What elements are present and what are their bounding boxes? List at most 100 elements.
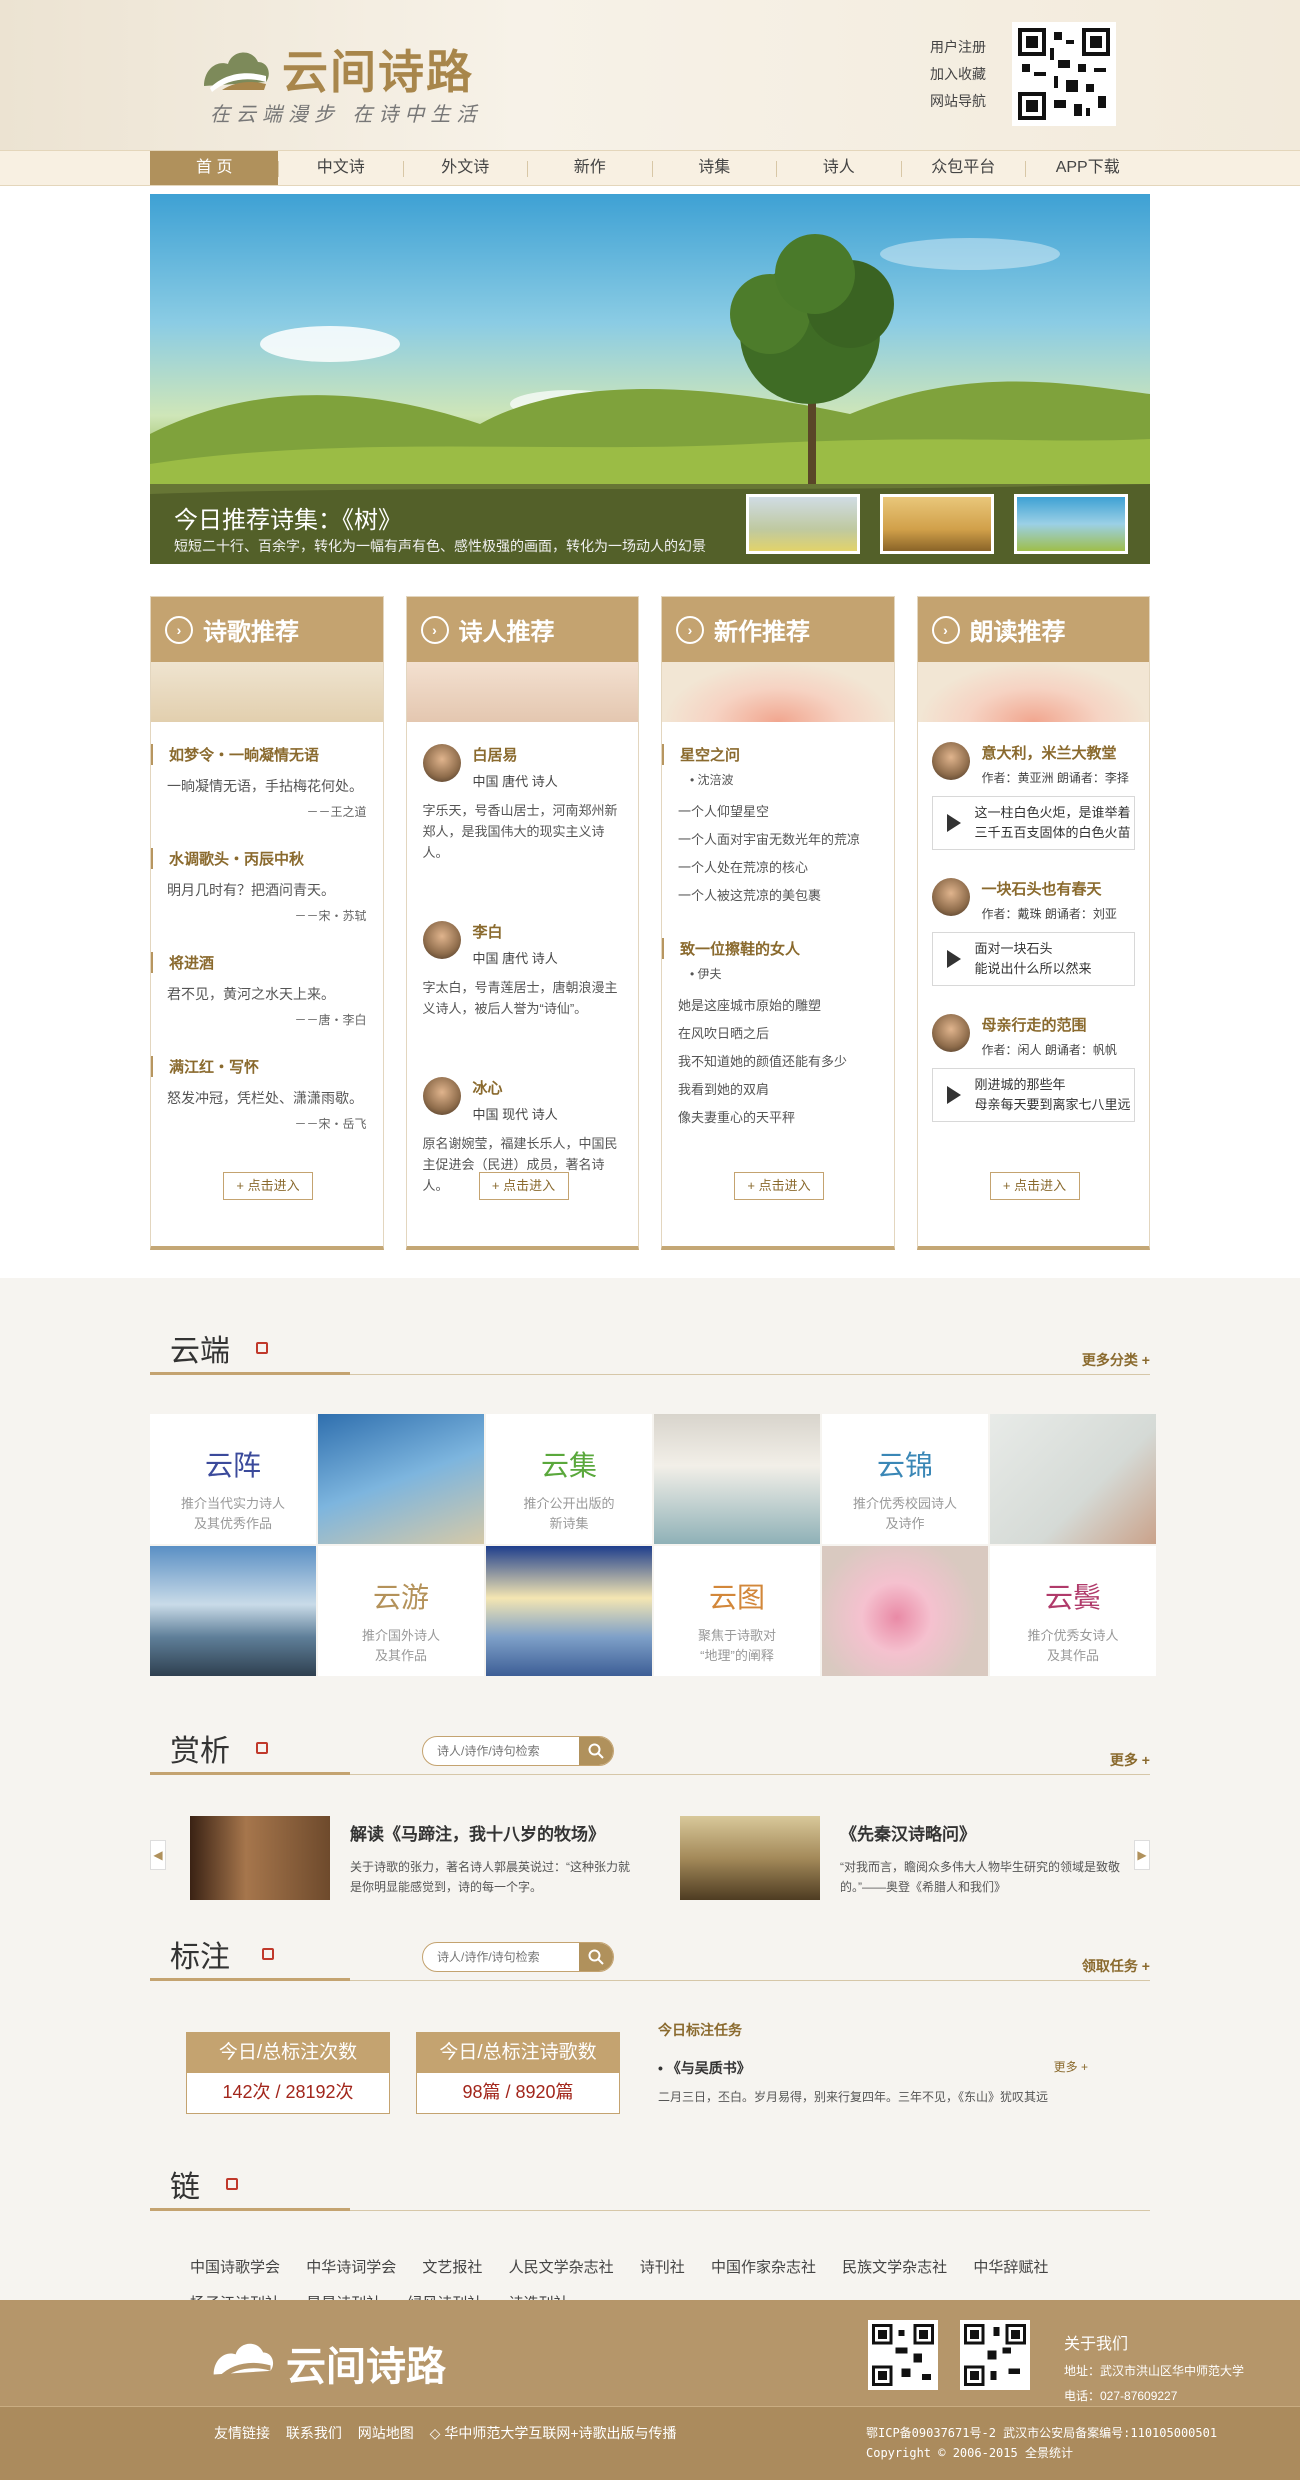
nav-crowdsourcing[interactable]: 众包平台 <box>900 151 1026 185</box>
nav-new-works[interactable]: 新作 <box>527 151 652 185</box>
section-title: 云端 <box>170 1334 230 1369</box>
poem-title[interactable]: 致一位擦鞋的女人 <box>662 938 878 959</box>
enter-button[interactable]: + 点击进入 <box>989 1172 1080 1200</box>
category-yunjin[interactable]: 云锦 推介优秀校园诗人 及诗作 <box>822 1414 988 1544</box>
article-item[interactable]: 解读《马蹄注，我十八岁的牧场》 关于诗歌的张力，著名诗人郭晨英说过：“这种张力就… <box>190 1816 640 1900</box>
annotation-count-box[interactable]: 今日/总标注次数 142次 / 28192次 <box>186 2032 390 2114</box>
daily-task: 今日标注任务 • 《与吴质书》 更多 + 二月三日，丕白。岁月易得，别来行复四年… <box>658 2020 1088 2105</box>
sitemap-link[interactable]: 网站地图 <box>358 2425 414 2441</box>
partner-link[interactable]: 民族文学杂志社 <box>842 2259 947 2276</box>
card-title: 诗歌推荐 <box>203 619 299 646</box>
partner-link[interactable]: 中国作家杂志社 <box>711 2259 816 2276</box>
category-yunzhen[interactable]: 云阵 推介当代实力诗人 及其优秀作品 <box>150 1414 316 1544</box>
poet-item[interactable]: 冰心 中国 现代 诗人 <box>422 1077 623 1123</box>
poem-title[interactable]: 水调歌头・丙辰中秋 <box>151 848 367 869</box>
poem-line: 在风吹日晒之后 <box>678 1026 770 1041</box>
book-image[interactable] <box>654 1414 820 1544</box>
nav-collections[interactable]: 诗集 <box>651 151 777 185</box>
search-icon[interactable] <box>579 1943 613 1971</box>
hiker-image[interactable] <box>150 1546 316 1676</box>
chevron-right-icon[interactable]: ▶ <box>1134 1840 1150 1870</box>
nav-app-download[interactable]: APP下载 <box>1025 151 1150 185</box>
audio-player[interactable]: 面对一块石头 能说出什么所以然来 <box>931 932 1135 986</box>
category-title: 云图 <box>708 1582 765 1613</box>
contact-link[interactable]: 联系我们 <box>286 2425 342 2441</box>
divider-accent <box>150 2208 350 2211</box>
favorite-link[interactable]: 加入收藏 <box>930 61 986 88</box>
about-title[interactable]: 关于我们 <box>1064 2330 1244 2354</box>
poem-line: 我不知道她的颜值还能有多少 <box>678 1054 848 1069</box>
card-header: › 朗读推荐 <box>917 597 1149 662</box>
search-icon[interactable] <box>579 1737 613 1765</box>
poet-item[interactable]: 白居易 中国 唐代 诗人 <box>422 744 623 790</box>
nav-foreign-poetry[interactable]: 外文诗 <box>402 151 528 185</box>
annotated-poems-box[interactable]: 今日/总标注诗歌数 98篇 / 8920篇 <box>416 2032 620 2114</box>
partner-link[interactable]: 文艺报社 <box>422 2259 482 2276</box>
reading-item[interactable]: 意大利，米兰大教堂 作者：黄亚洲 朗诵者：李择 <box>931 742 1136 786</box>
task-more-link[interactable]: 更多 + <box>1054 2058 1088 2078</box>
search-input[interactable] <box>423 1737 581 1765</box>
category-yunyou[interactable]: 云游 推介国外诗人 及其作品 <box>318 1546 484 1676</box>
claim-task-link[interactable]: 领取任务 + <box>1082 1956 1150 1976</box>
seal-icon <box>262 1948 274 1960</box>
reading-meta: 作者：黄亚洲 朗诵者：李择 <box>981 771 1129 785</box>
reading-item[interactable]: 母亲行走的范围 作者：闲人 朗诵者：帆帆 <box>931 1014 1136 1058</box>
list-item: 水调歌头・丙辰中秋 明月几时有？把酒问青天。 －－宋・苏轼 <box>151 848 367 924</box>
poem-title[interactable]: 如梦令・一晌凝情无语 <box>151 744 367 765</box>
university-link[interactable]: ◇ 华中师范大学互联网+诗歌出版与传播 <box>430 2425 677 2441</box>
site-logo[interactable]: 云间诗路 在云端漫步 在诗中生活 <box>200 36 540 136</box>
enter-button[interactable]: + 点击进入 <box>734 1172 824 1200</box>
register-link[interactable]: 用户注册 <box>930 34 986 61</box>
category-yunbin[interactable]: 云鬓 推介优秀女诗人 及其作品 <box>990 1546 1156 1676</box>
banner-thumb-tree[interactable] <box>1014 494 1128 554</box>
reeds-image[interactable] <box>318 1414 484 1544</box>
footer-logo[interactable]: 云间诗路 <box>210 2334 510 2394</box>
site-nav-link[interactable]: 网站导航 <box>930 88 986 115</box>
chalkboard-hand-image[interactable] <box>990 1414 1156 1544</box>
search-input[interactable] <box>423 1943 581 1971</box>
poem-line: 一个人仰望星空 <box>678 804 770 819</box>
banner-thumb-boat[interactable] <box>880 494 994 554</box>
nav-chinese-poetry[interactable]: 中文诗 <box>278 151 403 185</box>
banner-thumb-fields[interactable] <box>746 494 860 554</box>
avatar <box>931 1014 970 1052</box>
poem-title[interactable]: 满江红・写怀 <box>151 1056 367 1077</box>
blossom-image[interactable] <box>822 1546 988 1676</box>
partner-link[interactable]: 中国诗歌学会 <box>190 2259 280 2276</box>
stat-label: 今日/总标注次数 <box>187 2033 389 2073</box>
banner-image[interactable]: 今日推荐诗集：《树》 短短二十行、百余字，转化为一幅有声有色、感性极强的画面，转… <box>150 194 1150 564</box>
partner-link[interactable]: 人民文学杂志社 <box>509 2259 614 2276</box>
appreciation-section: 赏析 更多 + ◀ 解读《马蹄注，我十八岁的牧场》 关于诗歌的张力，著名诗人郭晨… <box>150 1676 1150 1900</box>
partner-link[interactable]: 诗刊社 <box>640 2259 685 2276</box>
partner-link[interactable]: 中华辞赋社 <box>973 2259 1048 2276</box>
lotus-illustration <box>662 662 894 722</box>
nav-poets[interactable]: 诗人 <box>776 151 901 185</box>
play-icon <box>946 1086 961 1104</box>
poem-line: 怒发冲冠，凭栏处、潇潇雨歇。 <box>167 1090 363 1106</box>
poem-title[interactable]: 将进酒 <box>151 952 367 973</box>
partner-link[interactable]: 中华诗词学会 <box>306 2259 396 2276</box>
category-yuntu[interactable]: 云图 聚焦于诗歌对 “地理”的阐释 <box>654 1546 820 1676</box>
poem-title[interactable]: 星空之问 <box>662 744 878 765</box>
section-title: 链 <box>170 2170 200 2205</box>
enter-button[interactable]: + 点击进入 <box>223 1172 313 1200</box>
friend-links-link[interactable]: 友情链接 <box>214 2425 270 2441</box>
slogan: 在云端漫步 在诗中生活 <box>210 102 483 126</box>
reading-item[interactable]: 一块石头也有春天 作者：戴珠 朗诵者：刘亚 <box>931 878 1136 922</box>
article-item[interactable]: 《先秦汉诗略问》 “对我而言，瞻阅众多伟大人物毕生研究的领域是致敬的。”——奥登… <box>680 1816 1130 1900</box>
category-desc: 聚焦于诗歌对 “地理”的阐释 <box>697 1628 776 1663</box>
chevron-left-icon[interactable]: ◀ <box>150 1840 166 1870</box>
nav-home[interactable]: 首 页 <box>150 151 279 185</box>
reading-title: 一块石头也有春天 <box>981 881 1102 898</box>
enter-button[interactable]: + 点击进入 <box>478 1172 569 1200</box>
poet-item[interactable]: 李白 中国 唐代 诗人 <box>422 921 623 967</box>
task-title[interactable]: • 《与吴质书》 <box>658 2058 751 2078</box>
address: 地址：武汉市洪山区华中师范大学 <box>1064 2364 1245 2378</box>
category-yunji[interactable]: 云集 推介公开出版的 新诗集 <box>486 1414 652 1544</box>
more-categories-link[interactable]: 更多分类 + <box>1082 1350 1150 1370</box>
poem-author: －－宋・岳飞 <box>294 1117 367 1131</box>
mountain-sky-image[interactable] <box>486 1546 652 1676</box>
audio-player[interactable]: 这一柱白色火炬，是谁举着 三千五百支固体的白色火苗 <box>931 796 1135 850</box>
more-link[interactable]: 更多 + <box>1110 1750 1150 1770</box>
audio-player[interactable]: 刚进城的那些年 母亲每天要到离家七八里远 <box>931 1068 1135 1122</box>
